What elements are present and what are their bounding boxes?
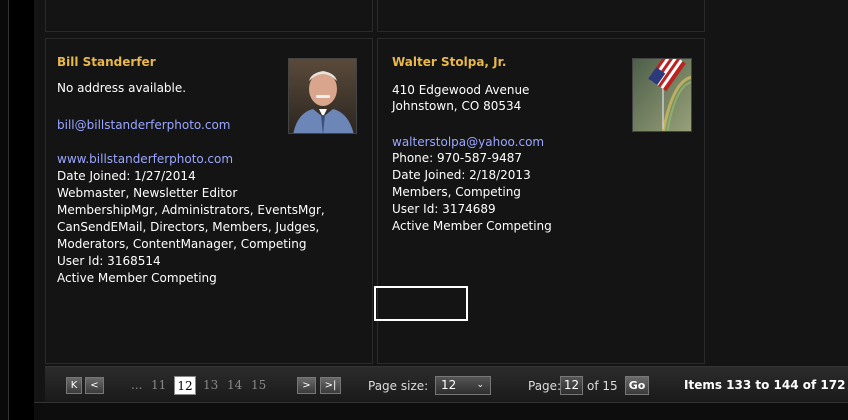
member-status: Active Member Competing [392, 219, 552, 233]
items-range-text: Items 133 to 144 of 172 [684, 378, 846, 392]
page-link-13[interactable]: 13 [203, 378, 218, 392]
page-size-label: Page size: [368, 379, 429, 393]
first-page-button[interactable]: K [66, 377, 82, 394]
member-date-joined: Date Joined: 1/27/2014 [57, 169, 196, 183]
next-page-button[interactable]: > [297, 377, 316, 394]
page-of-label: of 15 [587, 379, 618, 393]
page-link-12-current[interactable]: 12 [174, 376, 196, 395]
left-scroll-strip [0, 0, 9, 420]
member-name[interactable]: Walter Stolpa, Jr. [392, 55, 506, 69]
previous-member-card-left [45, 0, 373, 32]
bottom-bar [34, 402, 848, 420]
page-label: Page: [528, 379, 562, 393]
member-address: Johnstown, CO 80534 [392, 99, 522, 113]
flag-rainbow-photo-icon[interactable] [632, 58, 692, 132]
member-roles: Moderators, ContentManager, Competing [57, 237, 307, 251]
member-user-id: User Id: 3174689 [392, 202, 496, 216]
last-page-button[interactable]: >| [320, 377, 341, 394]
page-size-select[interactable]: 12 ⌄ [435, 376, 491, 395]
member-user-id: User Id: 3168514 [57, 254, 161, 268]
prev-page-button[interactable]: < [85, 377, 104, 394]
page-size-value: 12 [441, 378, 457, 392]
previous-member-card-right [377, 0, 705, 32]
member-address: No address available. [57, 81, 187, 95]
page-link-14[interactable]: 14 [227, 378, 242, 392]
page-number-input[interactable]: 12 [560, 376, 583, 395]
member-date-joined: Date Joined: 2/18/2013 [392, 168, 531, 182]
member-phone: Phone: 970-587-9487 [392, 151, 523, 165]
member-roles: MembershipMgr, Administrators, EventsMgr… [57, 203, 325, 217]
go-button[interactable]: Go [625, 376, 649, 395]
selection-rectangle [374, 286, 468, 321]
member-roles: CanSendEMail, Directors, Members, Judges… [57, 220, 320, 234]
member-email-link[interactable]: walterstolpa@yahoo.com [392, 135, 544, 149]
chevron-down-icon: ⌄ [476, 380, 484, 390]
member-website-link[interactable]: www.billstanderferphoto.com [57, 152, 233, 166]
member-name[interactable]: Bill Standerfer [57, 55, 156, 69]
member-roles: Webmaster, Newsletter Editor [57, 186, 238, 200]
member-roles: Members, Competing [392, 185, 521, 199]
page-link-11[interactable]: 11 [151, 378, 166, 392]
page-link-15[interactable]: 15 [251, 378, 266, 392]
member-status: Active Member Competing [57, 271, 217, 285]
pager-ellipsis[interactable]: ... [131, 378, 142, 392]
member-address: 410 Edgewood Avenue [392, 83, 530, 97]
member-email-link[interactable]: bill@billstanderferphoto.com [57, 118, 230, 132]
portrait-photo-icon[interactable] [288, 58, 357, 134]
